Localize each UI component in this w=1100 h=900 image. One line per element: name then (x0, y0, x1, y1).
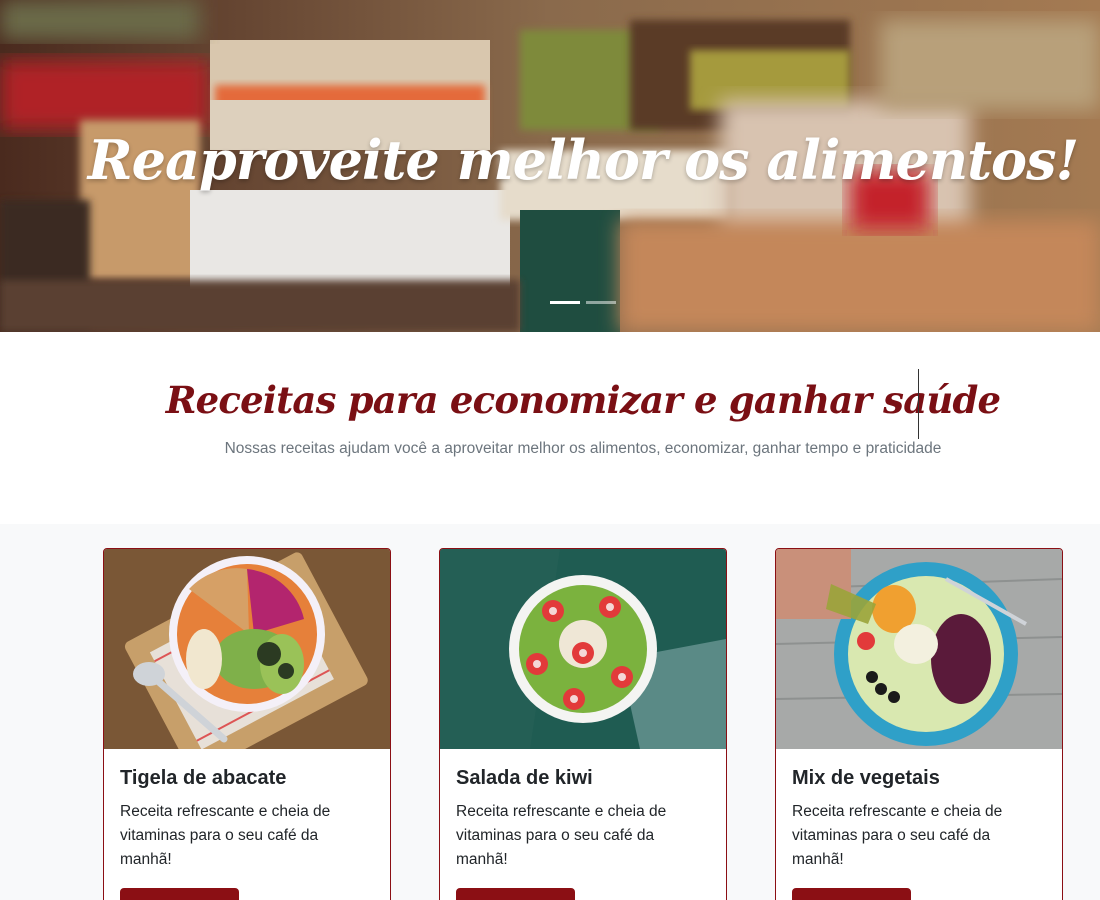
vegetable-plate-image (776, 549, 1062, 749)
carousel-indicator-2[interactable] (586, 301, 616, 304)
card-body: Salada de kiwi Receita refrescante e che… (440, 749, 726, 900)
section-title: Receitas para economizar e ganhar saúde (165, 378, 1001, 422)
hero-title: Reaproveite melhor os alimentos! (87, 128, 1079, 192)
card-body: Mix de vegetais Receita refrescante e ch… (776, 749, 1062, 900)
card-body: Tigela de abacate Receita refrescante e … (104, 749, 390, 900)
card-title: Tigela de abacate (120, 767, 287, 789)
text-cursor (918, 369, 919, 439)
card-title: Mix de vegetais (792, 767, 940, 789)
carousel-indicator-1[interactable] (550, 301, 580, 304)
avocado-bowl-image (104, 549, 390, 749)
recipe-card-vegetables: Mix de vegetais Receita refrescante e ch… (775, 548, 1063, 900)
card-text: Receita refrescante e cheia de vitaminas… (120, 803, 331, 868)
recipes-intro: Receitas para economizar e ganhar saúde … (0, 332, 1100, 524)
kiwi-bowl-image (440, 549, 726, 749)
recipe-cards-section: Tigela de abacate Receita refrescante e … (0, 524, 1100, 900)
card-title: Salada de kiwi (456, 767, 593, 789)
card-button[interactable] (792, 888, 911, 900)
recipe-card-avocado: Tigela de abacate Receita refrescante e … (103, 548, 391, 900)
section-subtitle: Nossas receitas ajudam você a aproveitar… (224, 440, 942, 457)
recipe-card-kiwi: Salada de kiwi Receita refrescante e che… (439, 548, 727, 900)
carousel-indicators (550, 301, 616, 304)
card-button[interactable] (456, 888, 575, 900)
card-text: Receita refrescante e cheia de vitaminas… (456, 803, 667, 868)
card-text: Receita refrescante e cheia de vitaminas… (792, 803, 1003, 868)
card-button[interactable] (120, 888, 239, 900)
hero-carousel: Reaproveite melhor os alimentos! (0, 0, 1100, 332)
